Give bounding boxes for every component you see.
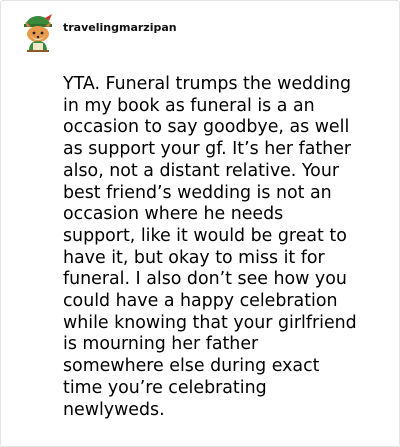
comment-text-line: best friend’s wedding is not an <box>63 182 332 203</box>
comment-text-line: as support your gf. It’s her father <box>63 139 352 160</box>
comment-text-line: time you’re celebrating <box>63 377 267 398</box>
comment-header: travelingmarzipan <box>19 13 177 53</box>
comment-text-line: also, not a distant relative. Your <box>63 160 339 181</box>
comment-text-line: in my book as funeral is a an <box>63 95 315 116</box>
comment-text-line: occasion where he needs <box>63 204 284 225</box>
comment-card: travelingmarzipan YTA. Funeral trumps th… <box>0 0 400 447</box>
comment-text-line: while knowing that your girlfriend <box>63 312 357 333</box>
comment-text-line: could have a happy celebration <box>63 291 338 312</box>
comment-text-line: newlyweds. <box>63 399 165 420</box>
fox-avatar-icon[interactable] <box>19 13 57 53</box>
comment-text-line: is mourning her father <box>63 334 259 355</box>
comment-text-line: occasion to say goodbye, as well <box>63 117 350 138</box>
comment-text-line: have it, but okay to miss it for <box>63 247 325 268</box>
comment-text-line: funeral. I also don’t see how you <box>63 269 347 290</box>
username-link[interactable]: travelingmarzipan <box>63 21 177 34</box>
comment-text-line: YTA. Funeral trumps the wedding <box>63 74 352 94</box>
comment-text-line: somewhere else during exact <box>63 356 320 377</box>
comment-text-line: support, like it would be great to <box>63 225 347 246</box>
comment-text: YTA. Funeral trumps the wedding in my boo… <box>63 74 393 421</box>
